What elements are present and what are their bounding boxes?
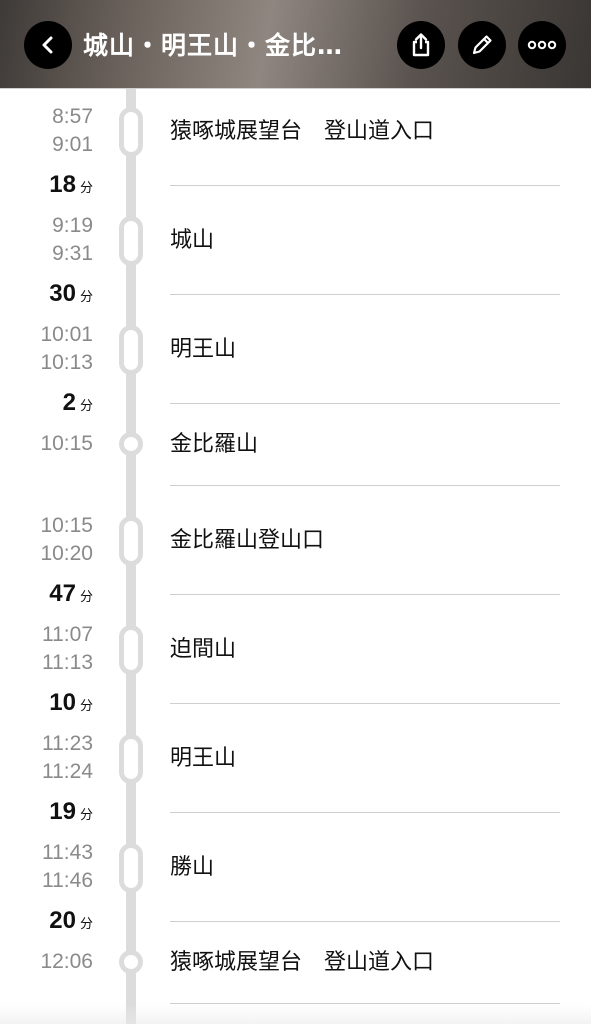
- stop-name[interactable]: 明王山: [170, 744, 570, 774]
- divider: [170, 185, 560, 186]
- departure-time: 11:46: [42, 869, 93, 892]
- divider: [170, 485, 560, 486]
- duration-value: 19: [49, 798, 76, 825]
- divider: [170, 812, 560, 813]
- pencil-icon: [472, 35, 492, 55]
- departure-time: 9:31: [52, 242, 93, 265]
- route-timeline: 8:57 9:01 猿啄城展望台 登山道入口 18 分 9:19 9:31 城山 …: [0, 89, 591, 1024]
- stop-name[interactable]: 城山: [170, 226, 570, 256]
- segment-duration: 10 分: [3, 689, 93, 717]
- arrival-time: 8:57: [52, 105, 93, 128]
- stop-name[interactable]: 金比羅山: [170, 430, 570, 460]
- divider: [170, 403, 560, 404]
- more-button[interactable]: [518, 21, 566, 69]
- stop-marker: [119, 950, 143, 974]
- duration-value: 10: [49, 689, 76, 716]
- duration-unit: 分: [79, 398, 93, 413]
- duration-unit: 分: [79, 698, 93, 713]
- arrival-time: 9:19: [52, 214, 93, 237]
- bottom-fade: [0, 1004, 591, 1024]
- duration-value: 18: [49, 171, 76, 198]
- stop-marker: [119, 432, 143, 456]
- stop-marker: [119, 516, 143, 566]
- page-title: 城山・明王山・金比…: [83, 31, 344, 60]
- pass-time: 12:06: [40, 950, 93, 973]
- share-icon: [412, 33, 430, 57]
- divider: [170, 294, 560, 295]
- share-button[interactable]: [397, 21, 445, 69]
- stop-marker: [119, 843, 143, 893]
- duration-unit: 分: [79, 289, 93, 304]
- duration-unit: 分: [79, 916, 93, 931]
- stop-name[interactable]: 迫間山: [170, 635, 570, 665]
- stop-name[interactable]: 金比羅山登山口: [170, 526, 570, 556]
- pass-time: 10:15: [40, 432, 93, 455]
- departure-time: 10:13: [40, 351, 93, 374]
- duration-value: 2: [62, 389, 76, 416]
- duration-value: 47: [49, 580, 76, 607]
- divider: [170, 594, 560, 595]
- departure-time: 9:01: [52, 133, 93, 156]
- segment-duration: 19 分: [3, 798, 93, 826]
- departure-time: 10:20: [40, 542, 93, 565]
- segment-duration: 20 分: [3, 907, 93, 935]
- back-button[interactable]: [24, 21, 72, 69]
- arrival-time: 11:23: [42, 732, 93, 755]
- stop-marker: [119, 734, 143, 784]
- edit-button[interactable]: [458, 21, 506, 69]
- stop-name[interactable]: 猿啄城展望台 登山道入口: [170, 117, 570, 147]
- more-horizontal-icon: [527, 40, 557, 50]
- duration-value: 30: [49, 280, 76, 307]
- segment-duration: 2分: [3, 389, 93, 417]
- departure-time: 11:13: [42, 651, 93, 674]
- segment-duration: 47 分: [3, 580, 93, 608]
- duration-value: 20: [49, 907, 76, 934]
- stop-marker: [119, 625, 143, 675]
- duration-unit: 分: [79, 807, 93, 822]
- stop-marker: [119, 325, 143, 375]
- segment-duration: 30 分: [3, 280, 93, 308]
- stop-name[interactable]: 明王山: [170, 335, 570, 365]
- stop-marker: [119, 107, 143, 157]
- stop-marker: [119, 216, 143, 266]
- divider: [170, 703, 560, 704]
- duration-unit: 分: [79, 180, 93, 195]
- segment-duration: 18 分: [3, 171, 93, 199]
- stop-name[interactable]: 勝山: [170, 853, 570, 883]
- stop-name[interactable]: 猿啄城展望台 登山道入口: [170, 948, 570, 978]
- departure-time: 11:24: [42, 760, 93, 783]
- divider: [170, 921, 560, 922]
- arrival-time: 11:07: [42, 623, 93, 646]
- chevron-left-icon: [42, 36, 53, 54]
- arrival-time: 10:01: [40, 323, 93, 346]
- header-bar: 城山・明王山・金比…: [0, 0, 591, 89]
- duration-unit: 分: [79, 589, 93, 604]
- arrival-time: 11:43: [42, 841, 93, 864]
- arrival-time: 10:15: [40, 514, 93, 537]
